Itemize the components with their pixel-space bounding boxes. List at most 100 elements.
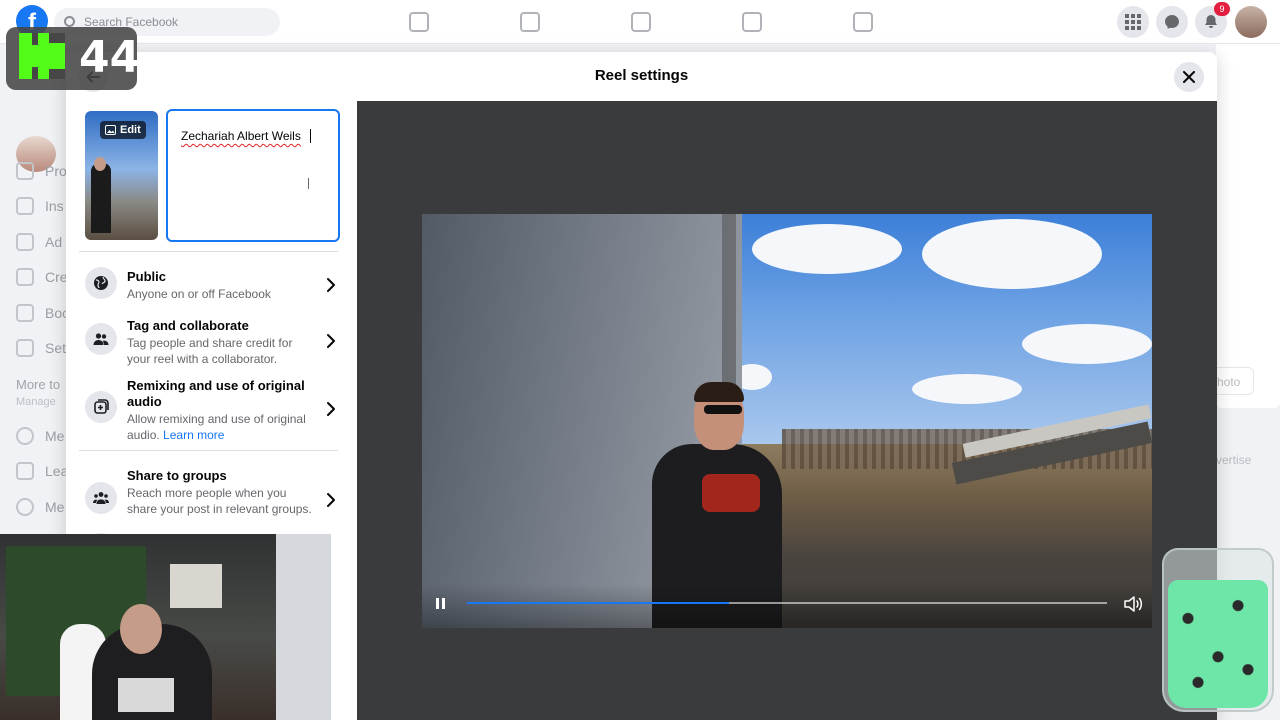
webcam-window (276, 534, 331, 720)
video-cloud (1022, 324, 1152, 364)
profile-avatar[interactable] (1235, 6, 1267, 38)
option-description: Reach more people when you share your po… (127, 486, 312, 516)
option-title: Public (127, 269, 167, 284)
search-icon (64, 16, 75, 27)
flag-icon[interactable] (520, 12, 540, 32)
left-nav-subheading: Manage (16, 396, 56, 408)
kick-follower-badge: 44 (6, 27, 141, 90)
video-cloud (922, 219, 1102, 289)
kick-jar-overlay (1162, 548, 1274, 712)
learn-more-link[interactable]: Learn more (163, 428, 224, 442)
close-button[interactable] (1174, 62, 1204, 92)
left-nav-label: Lea (45, 463, 69, 479)
left-nav-label: Set (45, 340, 67, 356)
messenger-button[interactable] (1156, 6, 1188, 38)
option-description: Anyone on or off Facebook (127, 287, 271, 301)
nav-item-icon (16, 268, 34, 286)
reel-video-player[interactable] (422, 214, 1152, 628)
video-progress-fill (467, 602, 730, 604)
chevron-right-icon (327, 493, 335, 507)
chevron-right-icon (327, 402, 335, 416)
divider (79, 450, 338, 451)
tag-collaborate-option[interactable]: Tag and collaborate Tag people and share… (79, 312, 341, 368)
nav-item-icon (16, 162, 34, 180)
kick-logo-cut (32, 33, 38, 45)
option-title: Share to groups (127, 468, 227, 483)
volume-icon[interactable] (1123, 595, 1143, 613)
jar-contents (1168, 580, 1268, 708)
dialog-header: Reel settings (66, 52, 1217, 101)
video-cloud (912, 374, 1022, 404)
reel-thumbnail[interactable]: Edit (85, 111, 158, 240)
option-title: Remixing and use of original audio (127, 378, 305, 409)
remix-icon (94, 399, 109, 414)
thumbnail-figure-head (94, 157, 106, 171)
privacy-option[interactable]: Public Anyone on or off Facebook (79, 261, 341, 309)
groups-icon (85, 482, 117, 514)
messenger-icon (1165, 15, 1179, 29)
nav-item-icon (16, 197, 34, 215)
image-edit-icon (105, 125, 116, 135)
divider (79, 251, 338, 252)
left-nav-label: Ins (45, 198, 64, 214)
settings-icon (16, 339, 34, 357)
top-navigation-bar: f Search Facebook 9 (0, 0, 1280, 44)
calendar-icon[interactable] (853, 12, 873, 32)
caption-text: Zechariah Albert Weils (181, 129, 301, 143)
dialog-title: Reel settings (594, 67, 689, 84)
edit-cover-button[interactable]: Edit (100, 121, 146, 139)
remix-icon-circle (85, 391, 117, 423)
chevron-right-icon (327, 334, 335, 348)
webcam-person-head (120, 604, 162, 654)
video-progress-bar[interactable] (467, 602, 1107, 604)
option-title: Tag and collaborate (127, 318, 249, 333)
chevron-right-icon (327, 278, 335, 292)
globe-icon-circle (85, 267, 117, 299)
text-caret (310, 129, 311, 143)
kick-logo-cut (49, 69, 65, 79)
video-shirt-graphic (702, 474, 760, 512)
instagram-icon (16, 304, 34, 322)
groups-glyph (93, 492, 109, 504)
pause-button[interactable] (434, 596, 448, 612)
home-icon[interactable] (409, 12, 429, 32)
edit-label: Edit (120, 124, 141, 136)
grid-icon (1125, 14, 1141, 30)
close-icon (1183, 71, 1195, 83)
kick-logo-cut (32, 67, 38, 79)
webcam-overlay (0, 534, 331, 720)
left-nav-label: Pro (45, 163, 67, 179)
advertise-link[interactable]: vertise (1216, 453, 1251, 467)
left-nav-heading: More to (16, 377, 61, 392)
kick-count: 44 (79, 32, 141, 83)
pause-bar (442, 598, 445, 609)
chart-icon[interactable] (631, 12, 651, 32)
nav-item-icon (16, 427, 34, 445)
left-nav-label: Cre (45, 269, 68, 285)
notification-count-badge: 9 (1214, 2, 1230, 16)
video-preview-area (357, 101, 1217, 720)
nav-item-icon (16, 462, 34, 480)
menu-grid-button[interactable] (1117, 6, 1149, 38)
webcam-shirt-logo (118, 678, 174, 712)
left-navigation: Pro Ins Ad Cre Boo Set More to Manage Me… (0, 44, 70, 544)
thumbnail-figure (91, 163, 111, 233)
video-person-hair (694, 382, 744, 402)
caption-input[interactable]: Zechariah Albert Weils (166, 109, 340, 242)
webcam-poster (170, 564, 222, 608)
people-icon-circle (85, 323, 117, 355)
option-description: Tag people and share credit for your ree… (127, 336, 293, 366)
share-to-groups-option[interactable]: Share to groups Reach more people when y… (79, 458, 341, 565)
left-nav-label: Me (45, 428, 65, 444)
people-icon (93, 333, 109, 345)
kick-logo-cut (49, 33, 65, 43)
nav-item-icon (16, 498, 34, 516)
megaphone-icon[interactable] (742, 12, 762, 32)
add-photo-button[interactable]: hoto (1212, 367, 1254, 395)
left-nav-label: Ad (45, 234, 63, 250)
remix-option[interactable]: Remixing and use of original audio Allow… (79, 369, 341, 445)
video-controls (422, 584, 1152, 628)
option-description: Allow remixing and use of original audio… (127, 411, 319, 443)
pause-bar (436, 598, 439, 609)
globe-icon (94, 276, 108, 290)
